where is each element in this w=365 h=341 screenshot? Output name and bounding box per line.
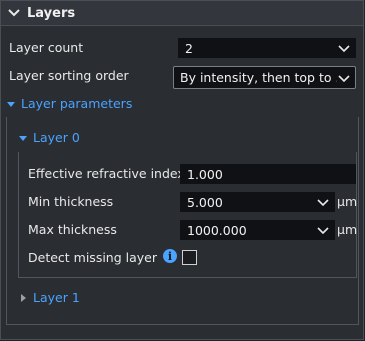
panel-header[interactable]: Layers — [1, 1, 363, 26]
chevron-down-icon — [338, 45, 350, 53]
info-icon-glyph: i — [167, 249, 173, 263]
chevron-down-icon — [338, 74, 350, 82]
min-thickness-unit-wrap: µm — [335, 194, 357, 209]
sorting-order-dropdown[interactable]: By intensity, then top to ... — [173, 66, 356, 89]
chevron-down-icon[interactable] — [316, 223, 330, 237]
min-thickness-value: 5.000 — [187, 194, 223, 210]
max-thickness-unit-wrap: µm — [335, 222, 357, 237]
triangle-down-icon — [7, 101, 15, 107]
layer-count-dropdown[interactable]: 2 — [178, 38, 356, 58]
refractive-index-label: Effective refractive index — [28, 166, 185, 181]
layer0-toggle[interactable]: Layer 0 — [18, 130, 80, 145]
max-thickness-value: 1000.000 — [187, 222, 247, 238]
min-thickness-input[interactable]: 5.000 — [180, 192, 335, 212]
refractive-index-value: 1.000 — [187, 166, 223, 182]
layer1-title: Layer 1 — [33, 290, 80, 305]
refractive-index-input[interactable]: 1.000 — [180, 164, 356, 184]
min-thickness-unit: µm — [337, 194, 358, 209]
layer-count-label: Layer count — [9, 40, 84, 55]
triangle-right-icon — [21, 293, 26, 302]
max-thickness-input[interactable]: 1000.000 — [180, 220, 335, 240]
info-icon[interactable]: i — [163, 249, 177, 263]
layer-parameters-toggle[interactable]: Layer parameters — [6, 96, 132, 111]
chevron-down-icon[interactable] — [316, 195, 330, 209]
min-thickness-label: Min thickness — [28, 194, 114, 209]
sorting-order-label: Layer sorting order — [9, 68, 129, 83]
panel-title: Layers — [27, 5, 76, 21]
layers-panel: Layers Layer count 2 Layer sorting order… — [0, 0, 364, 340]
layer-parameters-title: Layer parameters — [21, 96, 133, 111]
sorting-order-value: By intensity, then top to ... — [180, 70, 337, 85]
triangle-down-icon — [19, 135, 27, 141]
layer1-toggle[interactable]: Layer 1 — [18, 290, 80, 305]
layer0-title: Layer 0 — [33, 130, 80, 145]
chevron-down-icon — [8, 9, 20, 17]
detect-missing-checkbox[interactable] — [182, 250, 197, 265]
detect-missing-label: Detect missing layer — [28, 250, 157, 265]
max-thickness-unit: µm — [337, 222, 358, 237]
max-thickness-label: Max thickness — [28, 222, 117, 237]
group-bottom-divider — [7, 324, 358, 325]
layer-count-value: 2 — [185, 40, 193, 56]
